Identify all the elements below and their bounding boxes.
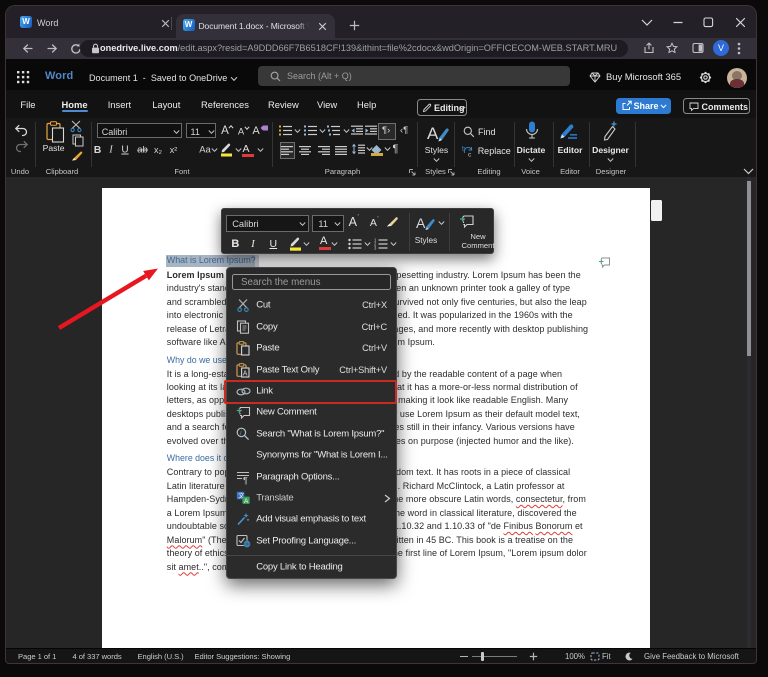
svg-text:¶: ¶ <box>243 475 248 485</box>
svg-text:i: i <box>240 430 242 437</box>
svg-text:A: A <box>416 215 426 231</box>
svg-text:A: A <box>242 370 247 377</box>
svg-text:3: 3 <box>374 245 377 250</box>
